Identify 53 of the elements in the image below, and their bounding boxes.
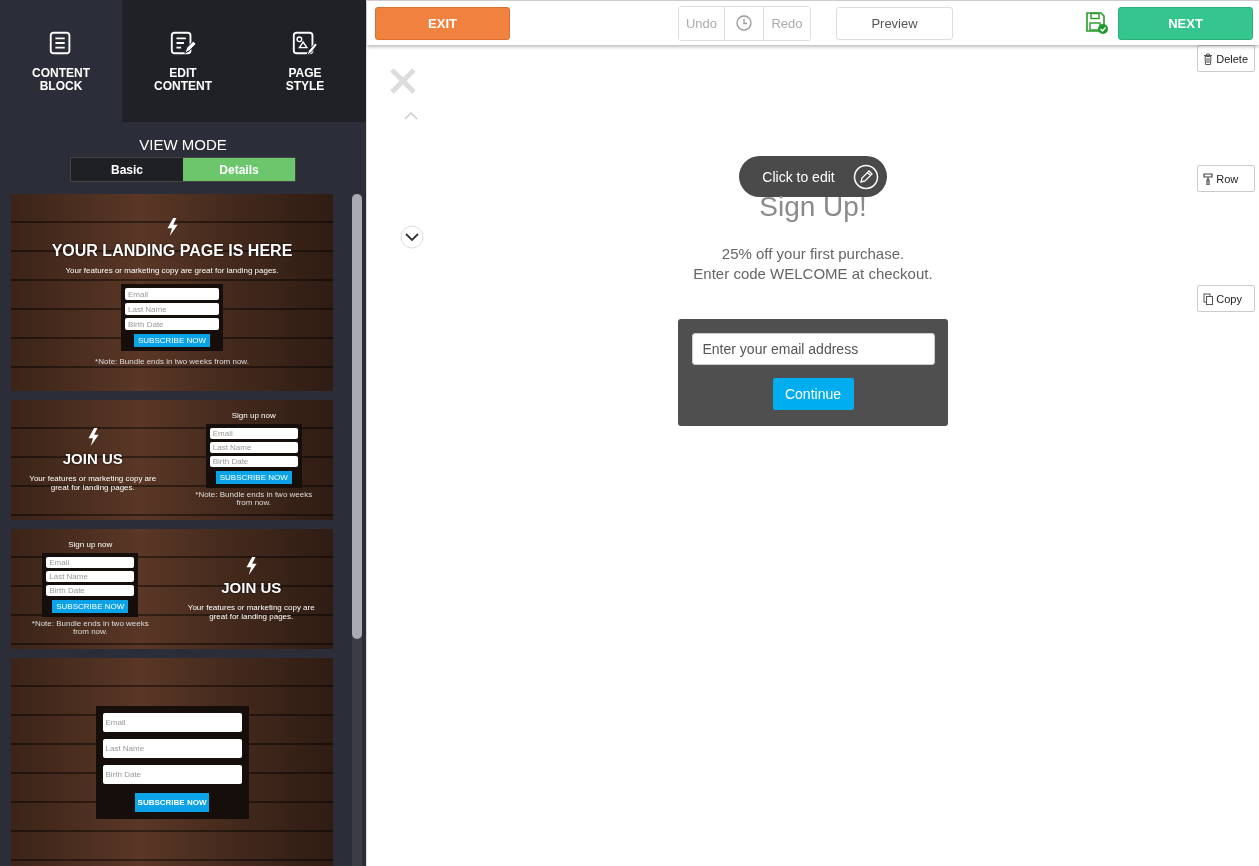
view-mode-label: VIEW MODE: [138, 136, 228, 153]
block-action-button[interactable]: Copy: [1197, 285, 1255, 312]
sidebar-tab[interactable]: PAGE STYLE: [244, 0, 366, 122]
input-field[interactable]: Birth Date: [209, 456, 298, 467]
input-field[interactable]: Birth Date: [46, 585, 135, 596]
template-body-text: Your features or marketing copy are great for landing pages.: [186, 603, 316, 622]
template-note: *Note: Bundle ends in two weeks from now.: [194, 491, 314, 508]
sidebar-tab[interactable]: EDIT CONTENT: [122, 0, 244, 122]
click-to-edit-button[interactable]: Click to edit: [739, 156, 887, 197]
trash-icon: [1203, 52, 1214, 65]
template-note: *Note: Bundle ends in two weeks from now.: [30, 620, 150, 637]
template-thumbnail[interactable]: JOIN US Your features or marketing copy are great for landing pages. Sign up now Email Last Name Birth Date SUBSCRIBE NOW *Note: Bundle ends in two weeks from now.: [11, 400, 333, 520]
template-body-text: Your features or marketing copy are great for landing pages.: [28, 474, 158, 493]
input-field[interactable]: Email: [102, 713, 242, 732]
form-title: Sign up now: [68, 541, 113, 550]
image-edit-icon: [291, 29, 319, 57]
template-body-text: Your features or marketing copy are great for landing pages.: [65, 267, 279, 277]
scrollbar[interactable]: [352, 194, 362, 866]
input-field[interactable]: Last Name: [125, 303, 219, 316]
email-field[interactable]: Enter your email address: [691, 333, 935, 365]
edit-list-icon: [169, 29, 197, 57]
template-heading: JOIN US: [62, 449, 123, 467]
template-note: *Note: Bundle ends in two weeks from now.: [95, 358, 249, 367]
copy-icon: [1203, 292, 1214, 305]
offer-text: 25% off your first purchase.: [721, 245, 905, 262]
close-icon[interactable]: [389, 67, 417, 95]
template-heading: JOIN US: [221, 578, 282, 596]
move-up-icon[interactable]: [404, 112, 418, 120]
offer-text: Enter code WELCOME at checkout.: [693, 265, 933, 282]
lightning-icon: [245, 556, 258, 575]
template-thumbnail[interactable]: Sign up now Email Last Name Birth Date SUBSCRIBE NOW *Note: Bundle ends in two weeks from now. JOIN US Your features or marketing copy are great for landing pages.: [11, 529, 333, 649]
saved-icon: [1086, 12, 1108, 34]
input-field[interactable]: Last Name: [46, 571, 135, 582]
template-heading: YOUR LANDING PAGE IS HERE: [51, 242, 293, 261]
input-field[interactable]: Birth Date: [102, 765, 242, 784]
input-field[interactable]: Last Name: [102, 739, 242, 758]
template-thumbnail[interactable]: YOUR LANDING PAGE IS HERE Your features or marketing copy are great for landing pages. Email Last Name Birth Date SUBSCRIBE NOW *Note: Bundle ends in two weeks from now.: [11, 194, 333, 391]
block-action-button[interactable]: Delete: [1197, 45, 1255, 72]
input-field[interactable]: Last Name: [209, 442, 298, 453]
input-field[interactable]: Birth Date: [125, 318, 219, 331]
pencil-icon: [852, 163, 879, 190]
lightning-icon: [86, 427, 99, 446]
move-down-icon[interactable]: [400, 225, 424, 249]
lightning-icon: [166, 218, 178, 237]
input-field[interactable]: Email: [209, 428, 298, 439]
paint-roller-icon: [1203, 172, 1214, 185]
block-action-button[interactable]: Row: [1197, 165, 1255, 192]
view-mode-option[interactable]: Basic: [71, 158, 183, 181]
form-title: Sign up now: [231, 412, 276, 421]
preview-button[interactable]: Preview: [836, 6, 953, 40]
clock-icon: [736, 15, 752, 31]
input-field[interactable]: Email: [125, 288, 219, 301]
input-field[interactable]: Email: [46, 557, 135, 568]
